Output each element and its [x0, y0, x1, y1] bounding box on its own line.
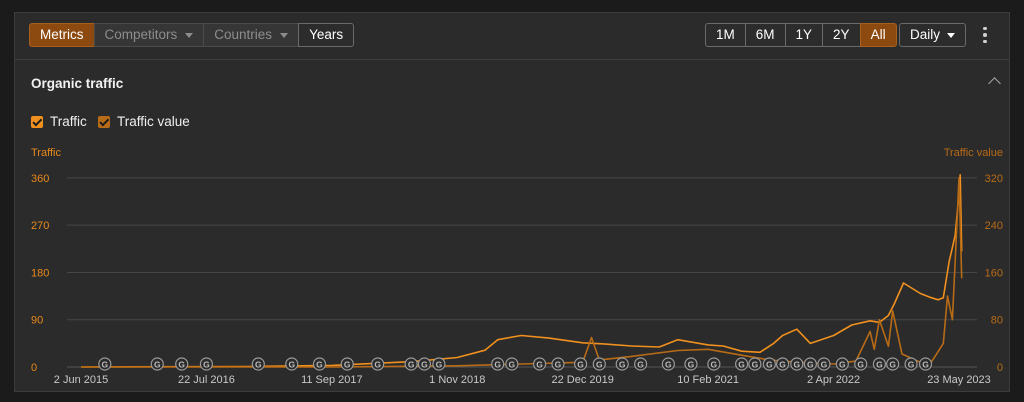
- svg-text:G: G: [752, 360, 759, 370]
- left-tick-label: 360: [31, 173, 49, 185]
- svg-text:G: G: [807, 360, 814, 370]
- google-update-icon[interactable]: G: [285, 357, 299, 371]
- svg-text:G: G: [619, 360, 626, 370]
- svg-text:G: G: [436, 360, 443, 370]
- google-update-icon[interactable]: G: [371, 357, 385, 371]
- svg-text:G: G: [344, 360, 351, 370]
- google-update-icon[interactable]: G: [432, 357, 446, 371]
- svg-text:G: G: [178, 360, 185, 370]
- svg-text:G: G: [637, 360, 644, 370]
- google-update-icon[interactable]: G: [491, 357, 505, 371]
- x-tick-label: 1 Nov 2018: [429, 374, 485, 386]
- google-update-icon[interactable]: G: [904, 357, 918, 371]
- svg-text:G: G: [316, 360, 323, 370]
- svg-text:G: G: [857, 360, 864, 370]
- google-update-icon[interactable]: G: [312, 357, 327, 371]
- svg-text:G: G: [408, 360, 415, 370]
- svg-text:G: G: [596, 360, 603, 370]
- svg-text:G: G: [154, 360, 161, 370]
- google-update-icon[interactable]: G: [505, 357, 519, 371]
- google-update-icon[interactable]: G: [918, 357, 933, 371]
- google-update-icon[interactable]: G: [707, 357, 721, 371]
- svg-text:G: G: [711, 360, 718, 370]
- google-update-icon[interactable]: G: [817, 357, 831, 371]
- right-tick-label: 80: [991, 315, 1003, 327]
- google-update-icon[interactable]: G: [634, 357, 648, 371]
- svg-text:G: G: [421, 360, 428, 370]
- left-tick-label: 270: [31, 220, 49, 232]
- right-tick-label: 0: [997, 362, 1003, 374]
- google-update-icon[interactable]: G: [251, 357, 265, 371]
- svg-text:G: G: [203, 360, 210, 370]
- google-update-icon[interactable]: G: [661, 357, 675, 371]
- svg-text:G: G: [688, 360, 695, 370]
- svg-text:G: G: [821, 360, 828, 370]
- x-tick-label: 2 Jun 2015: [54, 374, 108, 386]
- svg-text:G: G: [876, 360, 883, 370]
- google-update-icon[interactable]: G: [175, 357, 189, 371]
- svg-text:G: G: [665, 360, 672, 370]
- google-update-icon[interactable]: G: [574, 357, 588, 371]
- traffic-chart: Traffic Traffic value 0 90 180 270 360 0 80 160 24…: [31, 147, 1003, 386]
- x-tick-label: 22 Jul 2016: [178, 374, 235, 386]
- svg-text:G: G: [577, 360, 584, 370]
- google-update-icon[interactable]: G: [790, 357, 804, 371]
- google-update-icon[interactable]: G: [835, 357, 849, 371]
- google-update-icon[interactable]: G: [592, 357, 606, 371]
- svg-text:G: G: [102, 360, 109, 370]
- x-tick-label: 22 Dec 2019: [552, 374, 614, 386]
- google-update-icon[interactable]: G: [615, 357, 629, 371]
- x-tick-label: 2 Apr 2022: [807, 374, 860, 386]
- google-update-icon[interactable]: G: [404, 357, 418, 371]
- organic-traffic-panel: Metrics Competitors Countries Years 1M 6…: [14, 12, 1010, 392]
- right-axis-title: Traffic value: [944, 147, 1003, 159]
- google-update-icon[interactable]: G: [748, 357, 762, 371]
- x-tick-label: 23 May 2023: [927, 374, 991, 386]
- right-tick-label: 320: [985, 173, 1003, 185]
- google-update-icon[interactable]: G: [762, 357, 776, 371]
- google-update-icon[interactable]: G: [532, 357, 547, 371]
- left-tick-label: 90: [31, 315, 43, 327]
- svg-text:G: G: [536, 360, 543, 370]
- svg-text:G: G: [288, 360, 295, 370]
- google-update-icon[interactable]: G: [340, 357, 354, 371]
- svg-text:G: G: [922, 360, 929, 370]
- google-update-icon[interactable]: G: [872, 357, 887, 371]
- svg-text:G: G: [908, 360, 915, 370]
- google-update-icon[interactable]: G: [199, 357, 214, 371]
- svg-text:G: G: [889, 360, 896, 370]
- google-update-icon[interactable]: G: [150, 357, 164, 371]
- google-update-icon[interactable]: G: [776, 357, 790, 371]
- right-tick-label: 160: [985, 267, 1003, 279]
- svg-text:G: G: [374, 360, 381, 370]
- svg-text:G: G: [509, 360, 516, 370]
- svg-text:G: G: [494, 360, 501, 370]
- google-update-icon[interactable]: G: [417, 357, 432, 371]
- google-update-icon[interactable]: G: [98, 357, 112, 371]
- svg-text:G: G: [766, 360, 773, 370]
- google-update-icon[interactable]: G: [886, 357, 900, 371]
- svg-text:G: G: [779, 360, 786, 370]
- traffic-series-line: [80, 174, 963, 368]
- svg-text:G: G: [555, 360, 562, 370]
- x-tick-label: 10 Feb 2021: [677, 374, 739, 386]
- google-update-icon[interactable]: G: [684, 357, 698, 371]
- right-tick-label: 240: [985, 220, 1003, 232]
- svg-text:G: G: [738, 360, 745, 370]
- google-update-icon[interactable]: G: [854, 357, 868, 371]
- svg-text:G: G: [839, 360, 846, 370]
- x-tick-label: 11 Sep 2017: [301, 374, 363, 386]
- google-update-icon[interactable]: G: [803, 357, 817, 371]
- svg-text:G: G: [793, 360, 800, 370]
- left-axis-title: Traffic: [31, 147, 61, 159]
- left-tick-label: 180: [31, 267, 49, 279]
- google-update-icon[interactable]: G: [735, 357, 749, 371]
- svg-text:G: G: [255, 360, 262, 370]
- left-tick-label: 0: [31, 362, 37, 374]
- google-update-icon[interactable]: G: [551, 357, 565, 371]
